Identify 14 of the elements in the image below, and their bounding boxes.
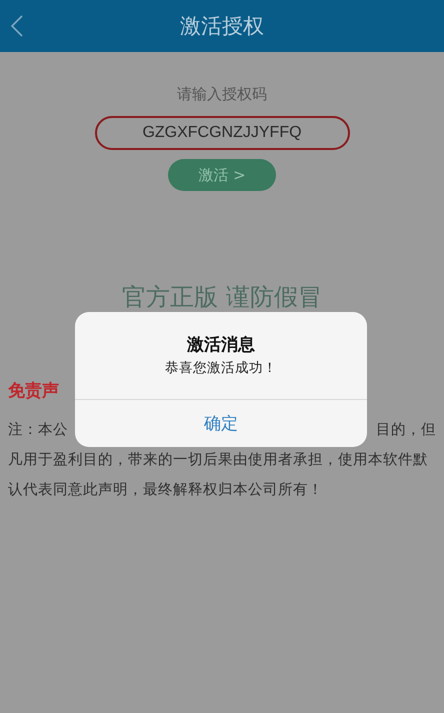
back-icon[interactable] bbox=[10, 14, 24, 38]
dialog-message: 恭喜您激活成功！ bbox=[165, 359, 277, 378]
code-field[interactable]: GZGXFCGNZJJYFFQ bbox=[94, 116, 350, 150]
dialog-title: 激活消息 bbox=[187, 334, 255, 357]
prompt-label: 请输入授权码 bbox=[177, 84, 267, 104]
disclaimer-heading: 免责声 bbox=[8, 381, 59, 401]
disclaimer-text: 认代表同意此声明，最终解释权归本公司所有！ bbox=[8, 482, 323, 498]
confirm-button[interactable]: 确定 bbox=[75, 400, 367, 447]
page-title: 激活授权 bbox=[180, 13, 264, 40]
disclaimer-text: 注：本公 bbox=[8, 421, 68, 440]
disclaimer-text: 凡用于盈利目的，带来的一切后果由使用者承担，使用本软件默 bbox=[8, 452, 428, 468]
activate-button[interactable]: 激活 > bbox=[168, 159, 276, 191]
slogan: 官方正版 谨防假冒 bbox=[122, 282, 322, 313]
disclaimer-text: 目的，但 bbox=[376, 421, 436, 440]
